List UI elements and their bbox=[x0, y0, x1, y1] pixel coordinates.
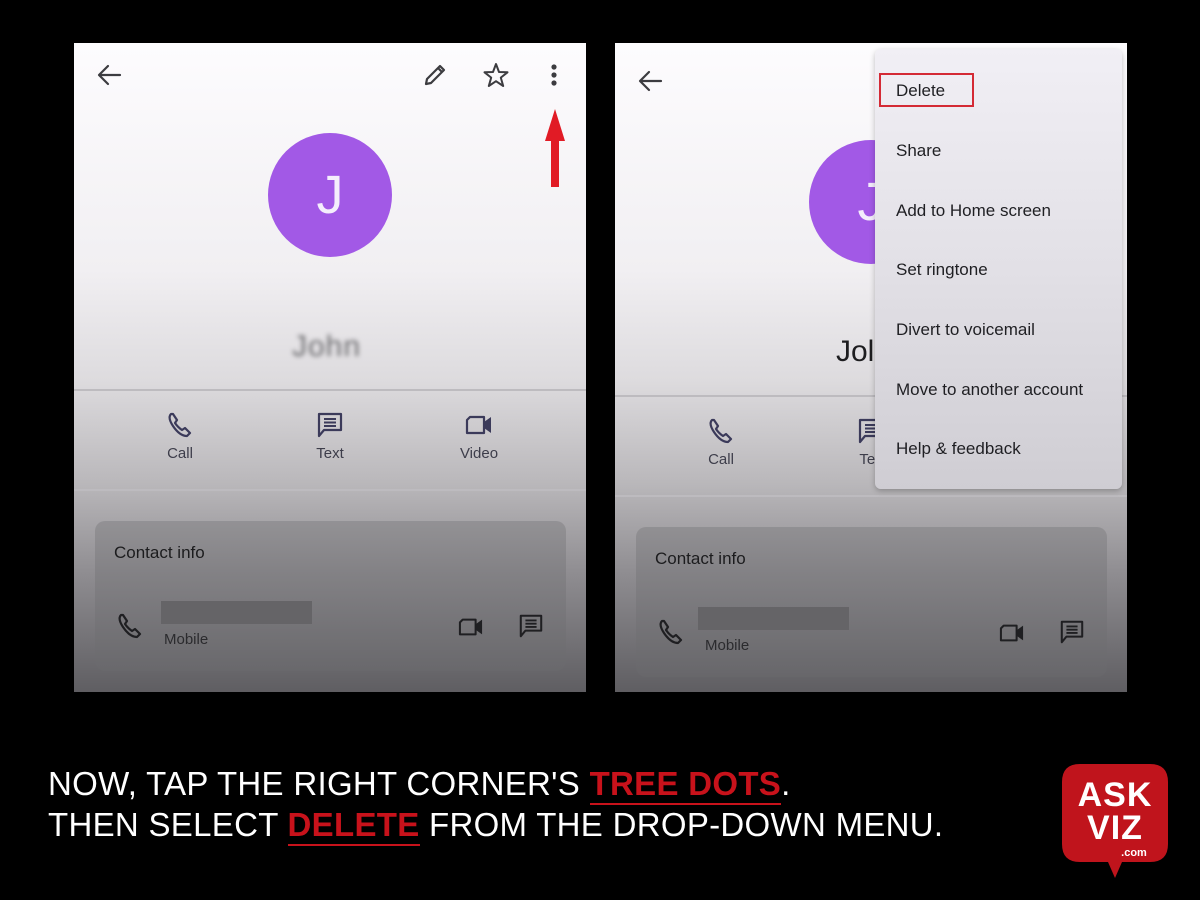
phone-icon bbox=[709, 418, 733, 444]
video-label: Video bbox=[459, 445, 499, 462]
call-label: Call bbox=[708, 451, 734, 468]
back-arrow-icon[interactable] bbox=[637, 69, 663, 93]
contact-name: Jol bbox=[836, 335, 875, 368]
contact-info-title: Contact info bbox=[655, 549, 746, 568]
caption-text: . bbox=[781, 765, 791, 802]
caption-text: NOW, TAP THE RIGHT CORNER'S bbox=[48, 765, 590, 802]
message-icon[interactable] bbox=[518, 613, 544, 639]
divider bbox=[615, 495, 1127, 497]
text-label: Text bbox=[316, 445, 344, 462]
caption-text: FROM THE DROP-DOWN MENU. bbox=[419, 806, 944, 843]
phone-type-label: Mobile bbox=[705, 637, 750, 654]
star-icon[interactable] bbox=[483, 62, 509, 88]
menu-item-move-to-another-account[interactable]: Move to another account bbox=[896, 380, 1083, 400]
red-pointer-arrow-icon bbox=[545, 109, 565, 187]
phone-type-label: Mobile bbox=[164, 631, 209, 648]
instruction-line-1: NOW, TAP THE RIGHT CORNER'S TREE DOTS. bbox=[48, 765, 791, 805]
call-action-button[interactable]: Call bbox=[681, 417, 761, 468]
logo-text-viz: VIZ bbox=[1087, 809, 1143, 847]
left-contact-screen: J John Call Text Video Contact info Mobi… bbox=[74, 43, 586, 692]
divider bbox=[74, 489, 586, 491]
avatar-initial: J bbox=[316, 165, 344, 225]
more-options-icon[interactable] bbox=[548, 63, 560, 89]
menu-item-share[interactable]: Share bbox=[896, 141, 941, 161]
phone-icon bbox=[168, 412, 192, 438]
contact-info-title: Contact info bbox=[114, 543, 205, 562]
menu-item-add-to-home-screen[interactable]: Add to Home screen bbox=[896, 201, 1051, 221]
contact-info-card: Contact info Mobile bbox=[636, 527, 1107, 677]
menu-item-delete[interactable]: Delete bbox=[896, 81, 945, 101]
askviz-logo: ASK VIZ .com bbox=[1062, 764, 1168, 878]
right-contact-screen-with-menu: J Jol Call Tex Contact info Mobile Delet… bbox=[615, 43, 1127, 692]
redacted-phone-number bbox=[698, 607, 849, 630]
caption-emphasis-tree-dots: TREE DOTS bbox=[589, 765, 782, 805]
caption-text: THEN SELECT bbox=[48, 806, 288, 843]
video-icon bbox=[465, 415, 491, 435]
call-label: Call bbox=[167, 445, 193, 462]
message-icon bbox=[317, 412, 343, 438]
overflow-dropdown-menu: Delete Share Add to Home screen Set ring… bbox=[875, 49, 1122, 489]
edit-pencil-icon[interactable] bbox=[422, 62, 448, 88]
back-arrow-icon[interactable] bbox=[96, 63, 122, 87]
menu-item-set-ringtone[interactable]: Set ringtone bbox=[896, 260, 988, 280]
contact-info-card: Contact info Mobile bbox=[95, 521, 566, 671]
call-action-button[interactable]: Call bbox=[140, 411, 220, 462]
divider bbox=[74, 389, 586, 391]
message-icon[interactable] bbox=[1059, 619, 1085, 645]
logo-text-com: .com bbox=[1121, 847, 1147, 859]
phone-icon[interactable] bbox=[657, 618, 685, 646]
video-call-icon[interactable] bbox=[998, 621, 1026, 645]
text-action-button[interactable]: Text bbox=[290, 411, 370, 462]
phone-icon[interactable] bbox=[116, 612, 144, 640]
video-call-icon[interactable] bbox=[457, 615, 485, 639]
menu-item-divert-to-voicemail[interactable]: Divert to voicemail bbox=[896, 320, 1035, 340]
contact-avatar: J bbox=[268, 133, 392, 257]
instruction-line-2: THEN SELECT DELETE FROM THE DROP-DOWN ME… bbox=[48, 806, 944, 846]
contact-name-blurred: John bbox=[292, 330, 362, 363]
menu-item-help-feedback[interactable]: Help & feedback bbox=[896, 439, 1021, 459]
caption-emphasis-delete: DELETE bbox=[287, 806, 420, 846]
video-action-button[interactable]: Video bbox=[439, 411, 519, 462]
redacted-phone-number bbox=[161, 601, 312, 624]
